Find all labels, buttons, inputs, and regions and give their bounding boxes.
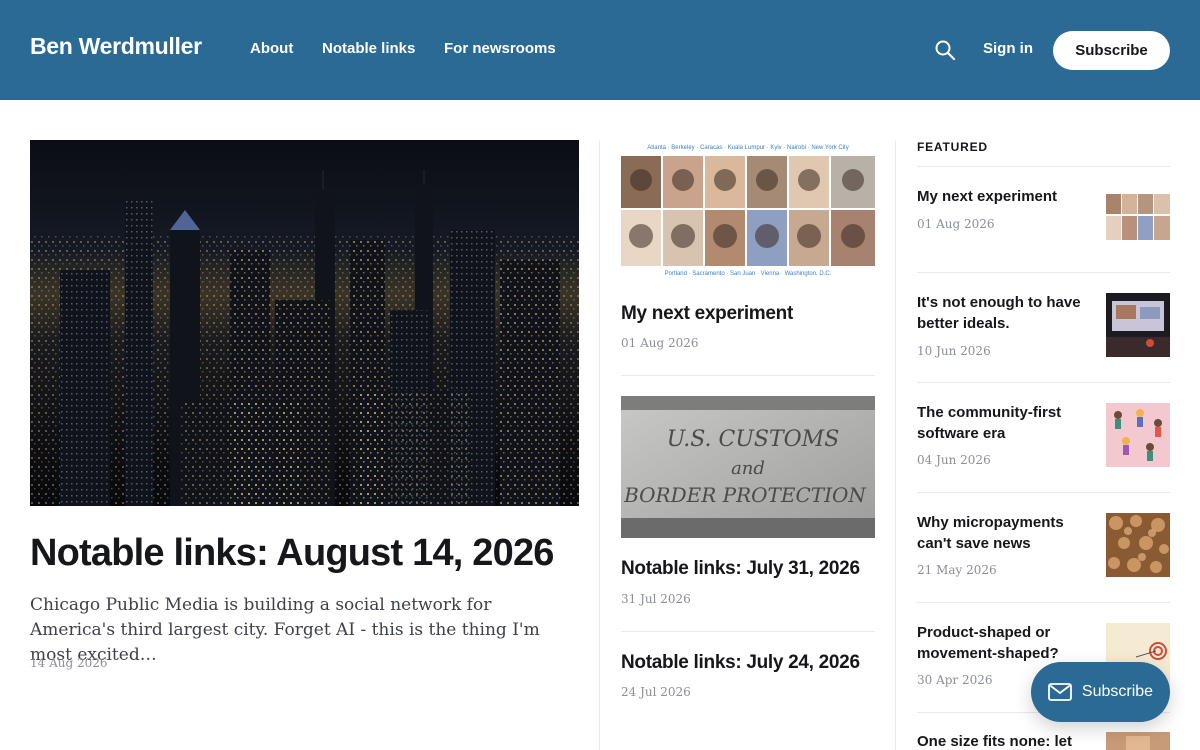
search-icon[interactable] [934,39,956,61]
featured-item-thumbnail[interactable] [1106,186,1170,250]
featured-item-title[interactable]: Product-shaped or movement-shaped? [917,622,1097,664]
image-caption-bottom: Portland · Sacramento · San Juan · Vienn… [665,271,832,277]
featured-item-thumbnail[interactable] [1106,403,1170,467]
nav-notable-links[interactable]: Notable links [322,40,415,57]
featured-item-date: 30 Apr 2026 [917,673,993,687]
column-divider [895,140,896,750]
featured-divider [917,166,1170,167]
main-post-title[interactable]: Notable links: August 14, 2026 [30,532,590,575]
main-post-date: 14 Aug 2026 [30,656,108,670]
featured-item-thumbnail[interactable] [1106,293,1170,357]
featured-item-thumbnail[interactable] [1106,732,1170,750]
featured-item-thumbnail[interactable] [1106,513,1170,577]
column-divider [599,140,600,750]
sign-line-1: U.S. CUSTOMS [667,427,840,452]
sign-line-2: and [731,458,765,479]
featured-divider [917,382,1170,383]
post-date: 31 Jul 2026 [621,592,691,606]
image-caption-top: Atlanta · Berkeley · Caracas · Kuala Lum… [647,145,848,151]
nav-about[interactable]: About [250,40,293,57]
post-image-customs[interactable]: U.S. CUSTOMS and BORDER PROTECTION [621,396,875,538]
nav-for-newsrooms[interactable]: For newsrooms [444,40,556,57]
subscribe-button[interactable]: Subscribe [1053,31,1170,70]
sign-line-3: BORDER PROTECTION [623,483,867,507]
featured-item-title[interactable]: My next experiment [917,186,1097,207]
featured-divider [917,492,1170,493]
featured-item-date: 01 Aug 2026 [917,217,995,231]
post-title[interactable]: My next experiment [621,303,881,325]
featured-item-date: 04 Jun 2026 [917,453,991,467]
featured-item-title[interactable]: Why micropayments can't save news [917,512,1097,554]
post-date: 24 Jul 2026 [621,685,691,699]
featured-item-date: 10 Jun 2026 [917,344,991,358]
site-title[interactable]: Ben Werdmuller [30,33,202,60]
main-post-image[interactable] [30,140,579,506]
envelope-icon [1048,683,1072,701]
post-title[interactable]: Notable links: July 24, 2026 [621,652,881,674]
post-image-team[interactable]: Atlanta · Berkeley · Caracas · Kuala Lum… [621,140,875,280]
portal-subscribe-label: Subscribe [1081,683,1154,700]
featured-item-title[interactable]: One size fits none: let [917,731,1107,750]
featured-divider [917,602,1170,603]
post-date: 01 Aug 2026 [621,336,699,350]
site-header: Ben Werdmuller About Notable links For n… [0,0,1200,100]
featured-item-title[interactable]: The community-first software era [917,402,1097,444]
post-divider [621,631,875,632]
featured-heading: FEATURED [917,140,988,154]
featured-item-date: 21 May 2026 [917,563,997,577]
post-title[interactable]: Notable links: July 31, 2026 [621,558,881,580]
featured-item-title[interactable]: It's not enough to have better ideals. [917,292,1097,334]
portal-subscribe-button[interactable]: Subscribe [1031,662,1170,722]
featured-divider [917,272,1170,273]
main-post-excerpt: Chicago Public Media is building a socia… [30,595,540,665]
post-divider [621,375,875,376]
signin-link[interactable]: Sign in [983,40,1033,57]
